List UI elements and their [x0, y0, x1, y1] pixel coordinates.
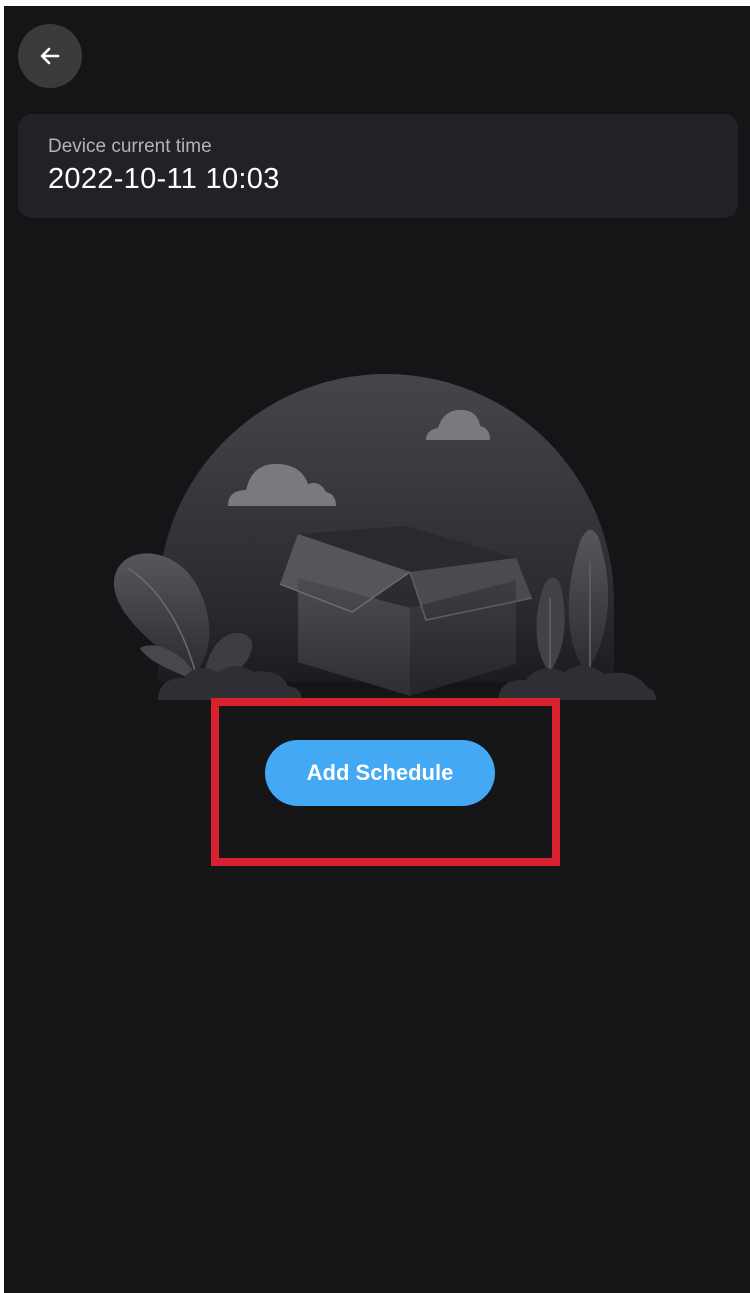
empty-box-illustration: [113, 374, 656, 700]
schedule-screen: Device current time 2022-10-11 10:03 Add…: [4, 6, 750, 1293]
arrow-left-icon: [40, 47, 60, 65]
back-button[interactable]: [18, 24, 82, 88]
device-time-label: Device current time: [48, 136, 212, 157]
device-time-value: 2022-10-11 10:03: [48, 163, 280, 195]
device-time-card: Device current time 2022-10-11 10:03: [18, 114, 738, 218]
add-schedule-button[interactable]: Add Schedule: [265, 740, 495, 806]
